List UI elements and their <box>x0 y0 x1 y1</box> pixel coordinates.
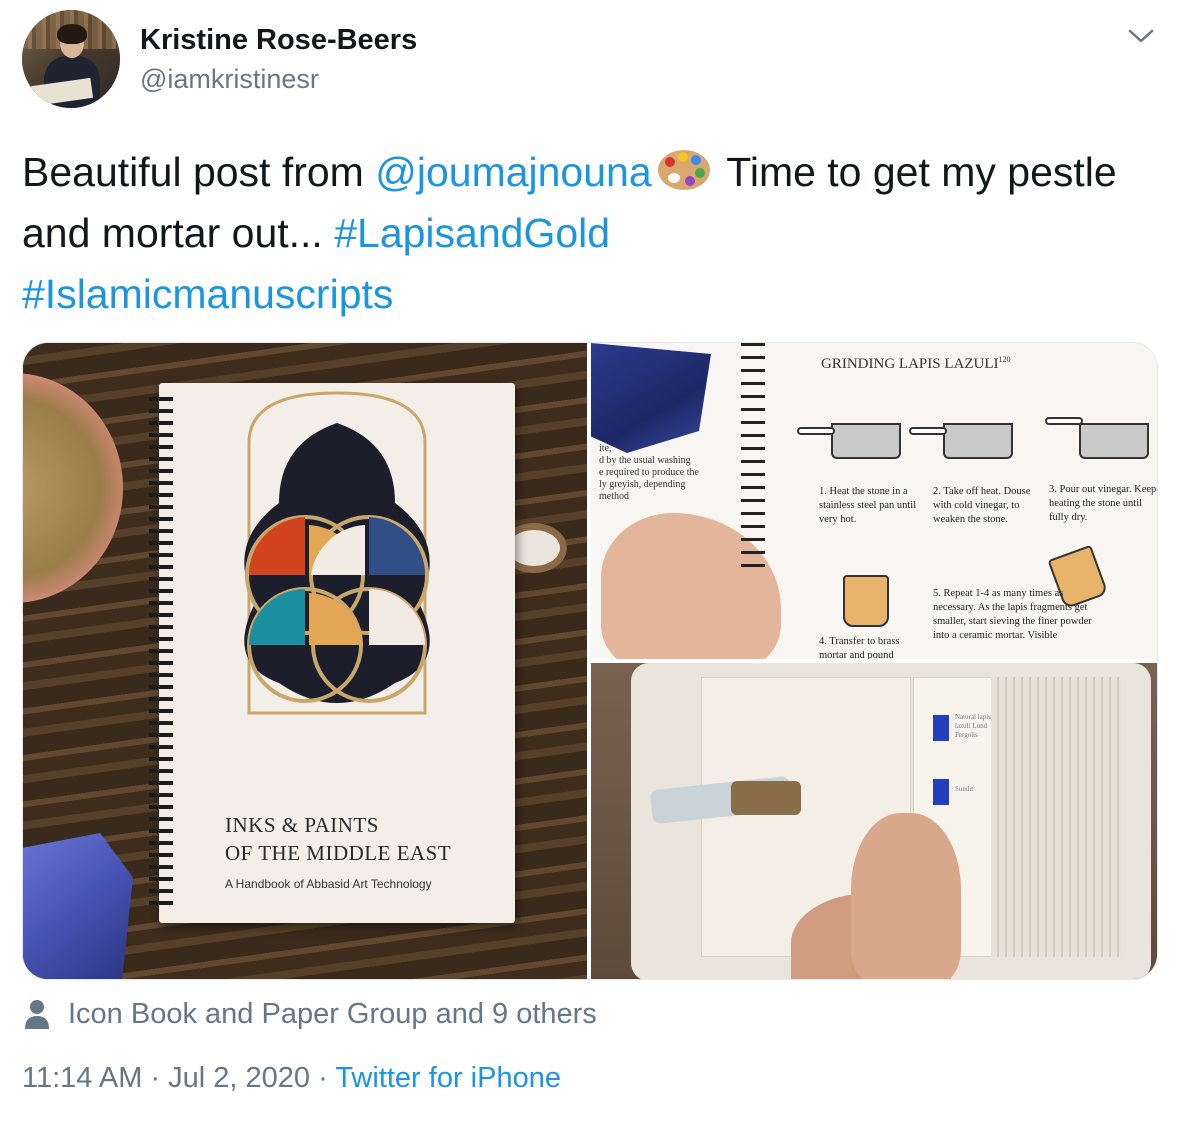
finger-image <box>851 813 961 979</box>
pan-illustration <box>1079 423 1149 459</box>
tweet-text-segment: Beautiful post from <box>22 149 376 195</box>
step-1-text: 1. Heat the stone in a stainless steel p… <box>819 486 917 525</box>
liked-by-text[interactable]: Icon Book and Paper Group and 9 others <box>68 998 597 1031</box>
pan-illustration <box>831 423 901 459</box>
left-page-text: ite, d by the usual washing e required t… <box>599 443 699 502</box>
media-photo-swatch-book[interactable]: Natural lapis lazuli Lund Pergolis Sundi… <box>591 663 1157 979</box>
book-cover-artwork <box>244 391 430 715</box>
step-3-text: 3. Pour out vinegar. Keep heating the st… <box>1049 484 1157 523</box>
avatar[interactable] <box>22 10 120 108</box>
clasp-image <box>731 781 801 815</box>
book-cover: INKS & PAINTS OF THE MIDDLE EAST A Handb… <box>149 383 515 923</box>
step-5-text: 5. Repeat 1-4 as many times as necessary… <box>933 588 1092 641</box>
tweet: Kristine Rose-Beers @iamkristinesr Beaut… <box>0 0 1186 1124</box>
step-4-text: 4. Transfer to brass mortar and pound <box>819 636 900 659</box>
pan-illustration <box>943 423 1013 459</box>
swatch-label: Natural lapis lazuli Lund Pergolis <box>955 713 991 739</box>
swatch-label: Sundit <box>955 785 974 793</box>
tweet-meta: 11:14 AM · Jul 2, 2020 · Twitter for iPh… <box>22 1062 561 1095</box>
tweet-date[interactable]: Jul 2, 2020 <box>168 1062 310 1094</box>
liked-by[interactable]: Icon Book and Paper Group and 9 others <box>22 994 597 1034</box>
book-title-line2: OF THE MIDDLE EAST <box>225 841 452 865</box>
grinding-heading: GRINDING LAPIS LAZULI120 <box>821 355 1010 373</box>
display-name[interactable]: Kristine Rose-Beers <box>140 24 417 57</box>
tweet-source[interactable]: Twitter for iPhone <box>335 1062 561 1094</box>
hashtag-link[interactable]: #Islamicmanuscripts <box>22 271 393 317</box>
blue-swatch <box>933 715 949 741</box>
grinding-heading-text: GRINDING LAPIS LAZULI <box>821 356 999 372</box>
grinding-heading-sup: 120 <box>998 355 1011 364</box>
media-photo-book-cover[interactable]: INKS & PAINTS OF THE MIDDLE EAST A Handb… <box>23 343 587 979</box>
tweet-time[interactable]: 11:14 AM <box>22 1062 142 1094</box>
hashtag-link[interactable]: #LapisandGold <box>334 210 610 256</box>
mortar-illustration <box>843 575 889 627</box>
person-icon <box>25 1000 49 1029</box>
media-grid: INKS & PAINTS OF THE MIDDLE EAST A Handb… <box>22 342 1158 980</box>
caret-down-icon[interactable] <box>1124 22 1158 50</box>
step-2-text: 2. Take off heat. Douse with cold vinega… <box>933 486 1031 525</box>
user-handle[interactable]: @iamkristinesr <box>140 64 319 95</box>
palette-emoji <box>657 150 710 190</box>
book-subtitle: A Handbook of Abbasid Art Technology <box>225 877 432 891</box>
media-photo-grinding-instructions[interactable]: ite, d by the usual washing e required t… <box>591 343 1157 659</box>
book-title-line1: INKS & PAINTS <box>225 813 379 837</box>
mention-link[interactable]: @joumajnouna <box>375 149 651 195</box>
tweet-text: Beautiful post from @joumajnouna Time to… <box>22 142 1152 325</box>
blue-swatch <box>933 779 949 805</box>
meta-separator: · <box>142 1062 169 1094</box>
meta-separator: · <box>310 1062 336 1094</box>
